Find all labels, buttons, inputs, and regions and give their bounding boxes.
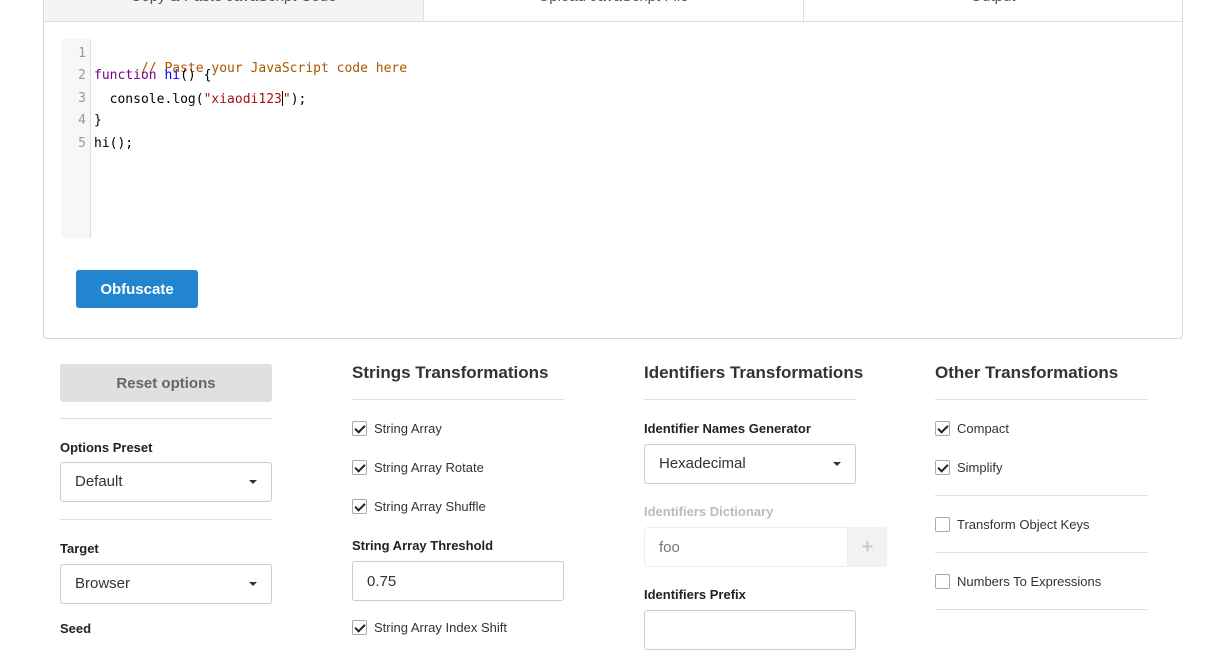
transform-object-keys-option[interactable]: Transform Object Keys [935,517,1089,532]
divider [935,495,1147,496]
string-array-shuffle-option[interactable]: String Array Shuffle [352,499,486,514]
identifiers-dictionary-group: + [644,527,887,567]
identifier-names-generator-value: Hexadecimal [659,455,746,472]
string-array-rotate-checkbox[interactable] [352,460,367,475]
caret-down-icon [249,480,257,484]
reset-options-button[interactable]: Reset options [60,364,272,402]
divider [935,399,1147,400]
identifiers-prefix-input[interactable] [644,610,856,650]
identifier-names-generator-select[interactable]: Hexadecimal [644,444,856,484]
line-number: 1 [78,46,86,61]
line-number: 4 [78,113,86,128]
code-string: "xiaodi123 [203,92,282,107]
target-select[interactable]: Browser [60,564,272,604]
divider [60,418,272,419]
line-gutter: 1 2 3 4 5 [61,39,91,238]
code-line: console.log("xiaodi123"); [94,91,306,107]
transform-object-keys-checkbox[interactable] [935,517,950,532]
obfuscate-button[interactable]: Obfuscate [76,270,198,308]
code-function-name: hi [164,68,181,83]
code-line: } [94,113,102,128]
line-number: 5 [78,136,86,151]
tab-output[interactable]: Output [804,0,1182,21]
line-number: 3 [78,91,86,106]
string-array-index-shift-option[interactable]: String Array Index Shift [352,620,507,635]
line-number: 2 [78,68,86,83]
code-text: console.log( [94,92,204,107]
divider [935,609,1147,610]
target-label: Target [60,541,99,556]
code-text: hi(); [94,136,134,151]
compact-label: Compact [957,421,1010,436]
caret-down-icon [249,582,257,586]
code-line: hi(); [94,136,133,151]
string-array-label: String Array [374,421,442,436]
identifiers-dictionary-input[interactable] [644,527,848,567]
string-array-rotate-option[interactable]: String Array Rotate [352,460,484,475]
code-text: ); [290,92,307,107]
string-array-checkbox[interactable] [352,421,367,436]
options-preset-label: Options Preset [60,440,153,455]
numbers-to-expressions-label: Numbers To Expressions [957,574,1102,589]
tab-copy-paste[interactable]: Copy & Paste JavaScript Code [44,0,424,21]
simplify-label: Simplify [957,460,1003,475]
code-editor[interactable]: 1 2 3 4 5 // Paste your JavaScript code … [61,39,581,238]
identifiers-prefix-label: Identifiers Prefix [644,587,746,602]
compact-option[interactable]: Compact [935,421,1009,436]
divider [352,399,564,400]
identifiers-heading: Identifiers Transformations [644,363,864,382]
plus-icon[interactable]: + [848,527,887,567]
transform-object-keys-label: Transform Object Keys [957,517,1090,532]
other-heading: Other Transformations [935,363,1119,382]
divider [60,519,272,520]
numbers-to-expressions-checkbox[interactable] [935,574,950,589]
numbers-to-expressions-option[interactable]: Numbers To Expressions [935,574,1101,589]
target-value: Browser [75,575,131,592]
code-text: () { [180,68,212,83]
code-keyword: function [94,68,157,83]
compact-checkbox[interactable] [935,421,950,436]
identifier-names-generator-label: Identifier Names Generator [644,421,811,436]
string-array-index-shift-label: String Array Index Shift [374,620,507,635]
caret-down-icon [833,462,841,466]
code-line: function hi() { [94,68,211,83]
divider [935,552,1147,553]
string-array-rotate-label: String Array Rotate [374,460,484,475]
code-panel: Copy & Paste JavaScript Code Upload Java… [43,0,1183,339]
general-options-column: Reset options Options Preset Default Tar… [60,355,272,636]
string-array-index-shift-checkbox[interactable] [352,620,367,635]
options-preset-select[interactable]: Default [60,462,272,502]
divider [644,399,856,400]
simplify-checkbox[interactable] [935,460,950,475]
tab-bar: Copy & Paste JavaScript Code Upload Java… [44,0,1182,22]
string-array-threshold-label: String Array Threshold [352,538,494,553]
code-string: " [282,92,291,107]
tab-upload[interactable]: Upload JavaScript File [424,0,804,21]
string-array-option[interactable]: String Array [352,421,442,436]
code-text: } [94,113,102,128]
identifiers-dictionary-label: Identifiers Dictionary [644,504,774,519]
options-preset-value: Default [75,473,123,490]
string-array-shuffle-checkbox[interactable] [352,499,367,514]
string-array-shuffle-label: String Array Shuffle [374,499,486,514]
string-array-threshold-input[interactable] [352,561,564,601]
simplify-option[interactable]: Simplify [935,460,1003,475]
strings-heading: Strings Transformations [352,363,549,382]
